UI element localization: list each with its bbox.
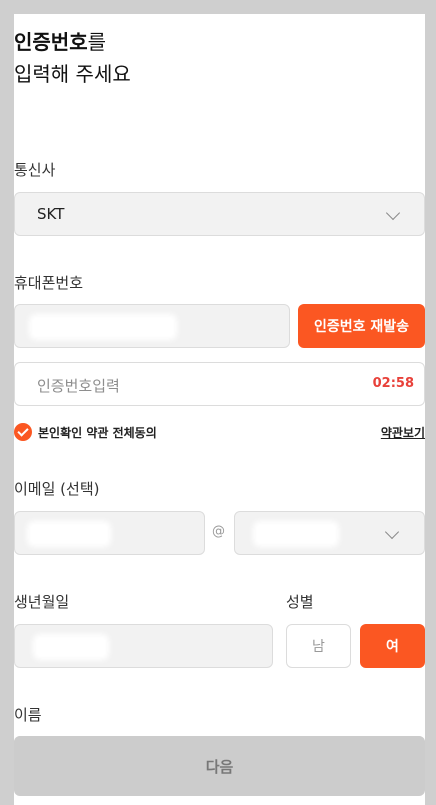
email-label: 이메일 (선택) <box>14 480 100 498</box>
carrier-value: SKT <box>37 205 65 223</box>
auth-code-input[interactable]: 인증번호입력 02:58 <box>14 362 425 406</box>
name-label: 이름 <box>14 706 42 724</box>
agree-check-icon[interactable] <box>14 423 32 441</box>
title-line2: 입력해 주세요 <box>14 62 131 86</box>
redacted-email-id <box>31 525 107 543</box>
phone-input[interactable] <box>14 304 290 348</box>
email-id-input[interactable] <box>14 511 205 555</box>
view-terms-link[interactable]: 약관보기 <box>381 424 425 441</box>
phone-label: 휴대폰번호 <box>14 274 84 292</box>
redacted-birth <box>37 638 105 656</box>
auth-code-placeholder: 인증번호입력 <box>37 377 120 395</box>
gender-male-button[interactable]: 남 <box>286 624 351 668</box>
resend-code-button[interactable]: 인증번호 재발송 <box>298 304 425 348</box>
carrier-label: 통신사 <box>14 161 56 179</box>
signup-form-sheet: 인증번호를 입력해 주세요 통신사 SKT 휴대폰번호 인증번호 재발송 인증번… <box>14 14 425 805</box>
redacted-email-domain <box>257 525 335 543</box>
carrier-select[interactable]: SKT <box>14 192 425 236</box>
title-bold: 인증번호 <box>14 30 88 54</box>
birth-label: 생년월일 <box>14 593 70 611</box>
next-button[interactable]: 다음 <box>14 736 425 796</box>
title-rest: 를 <box>87 30 107 54</box>
timer: 02:58 <box>372 376 414 391</box>
birth-input[interactable] <box>14 624 273 668</box>
chevron-down-icon <box>384 524 400 540</box>
redacted-phone <box>33 318 173 336</box>
agree-all-label[interactable]: 본인확인 약관 전체동의 <box>38 424 157 441</box>
email-domain-select[interactable] <box>234 511 425 555</box>
at-sign: @ <box>212 524 225 539</box>
chevron-down-icon <box>385 205 401 221</box>
page-title: 인증번호를 입력해 주세요 <box>14 26 131 90</box>
gender-label: 성별 <box>286 593 314 611</box>
gender-female-button[interactable]: 여 <box>360 624 425 668</box>
